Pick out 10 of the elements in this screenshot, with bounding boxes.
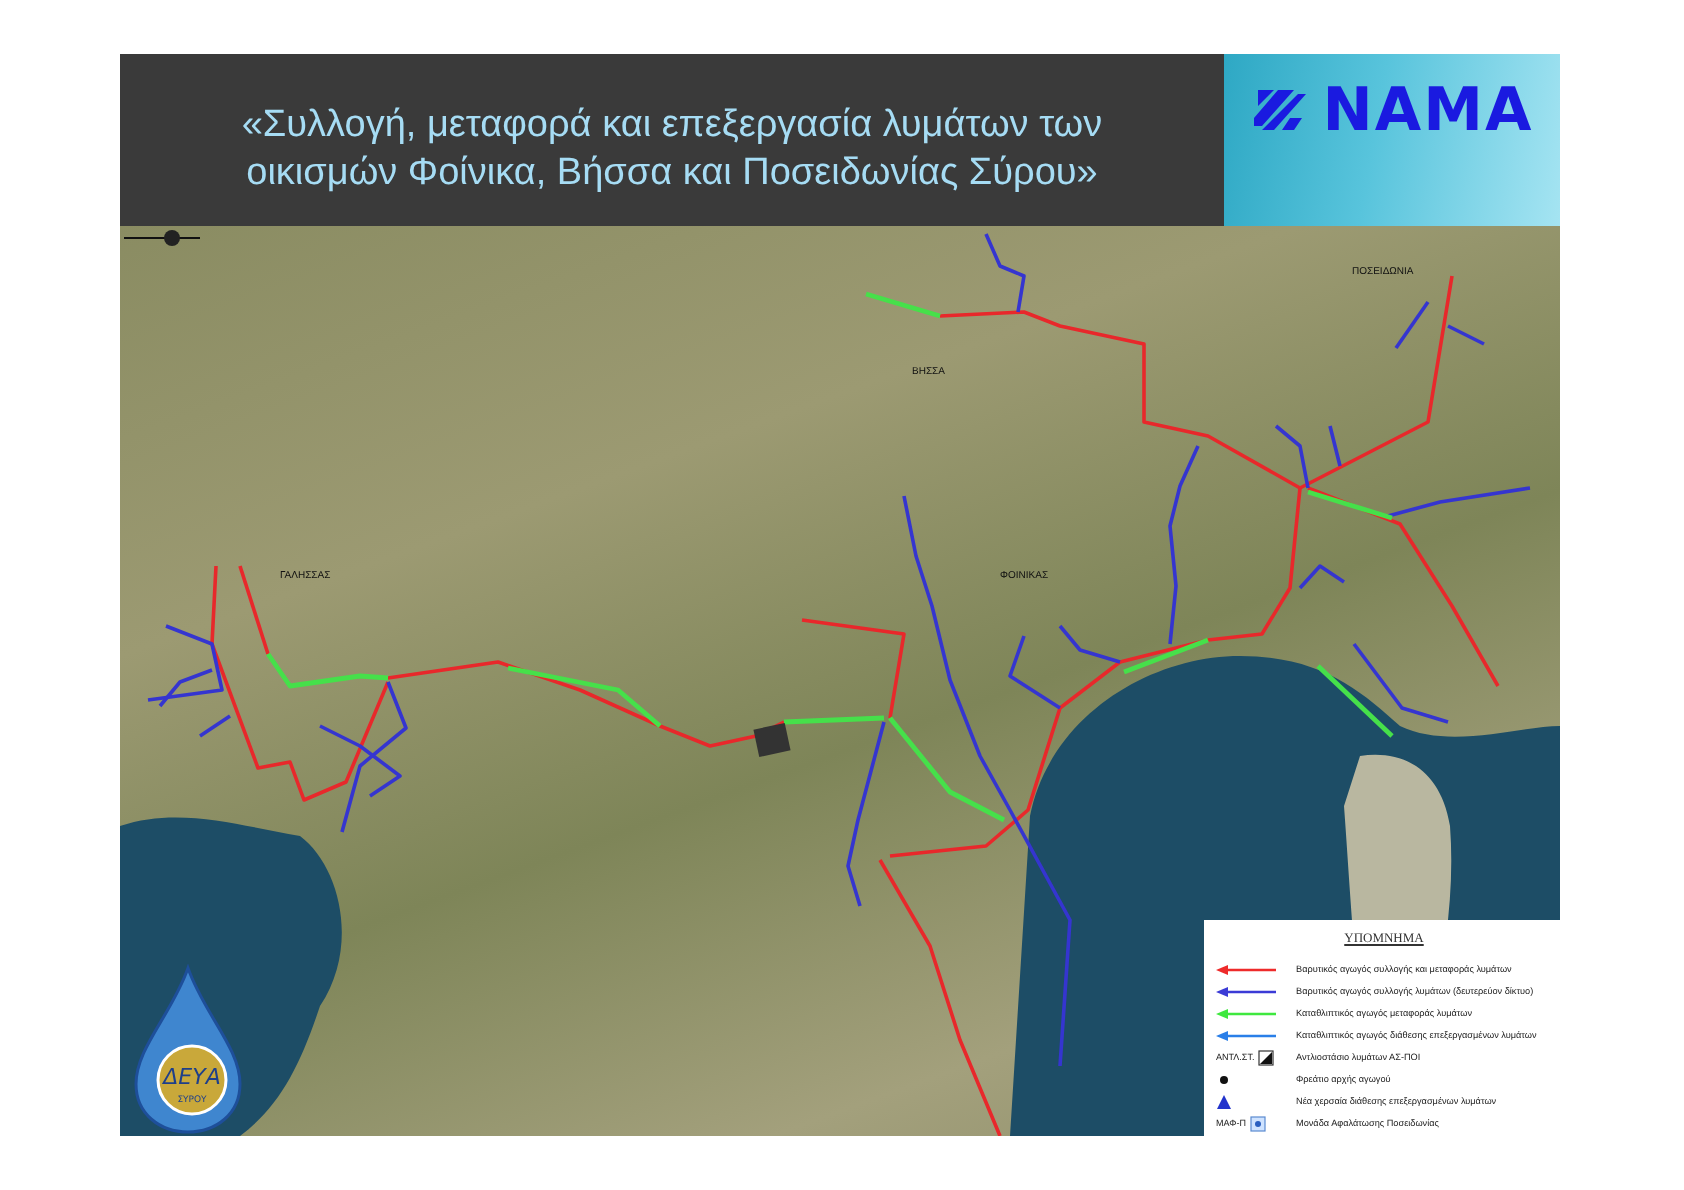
plant-icon <box>1249 1115 1266 1131</box>
triangle-icon <box>1216 1093 1232 1109</box>
pump-station-icon <box>1258 1049 1275 1065</box>
treatment-plant-drawing <box>753 723 791 757</box>
logo-text: ΔΕΥΑ <box>163 1064 221 1090</box>
logo-text: NAMA <box>1322 75 1534 145</box>
dot-icon <box>1216 1071 1232 1087</box>
stripes-logo-icon <box>1250 86 1311 134</box>
slide-title-line: οικισμών Φοίνικα, Βήσσα και Ποσειδωνίας Σύρου» <box>246 150 1098 198</box>
slide-title-line: «Συλλογή, μεταφορά και επεξεργασία λυμάτων των <box>241 102 1103 150</box>
